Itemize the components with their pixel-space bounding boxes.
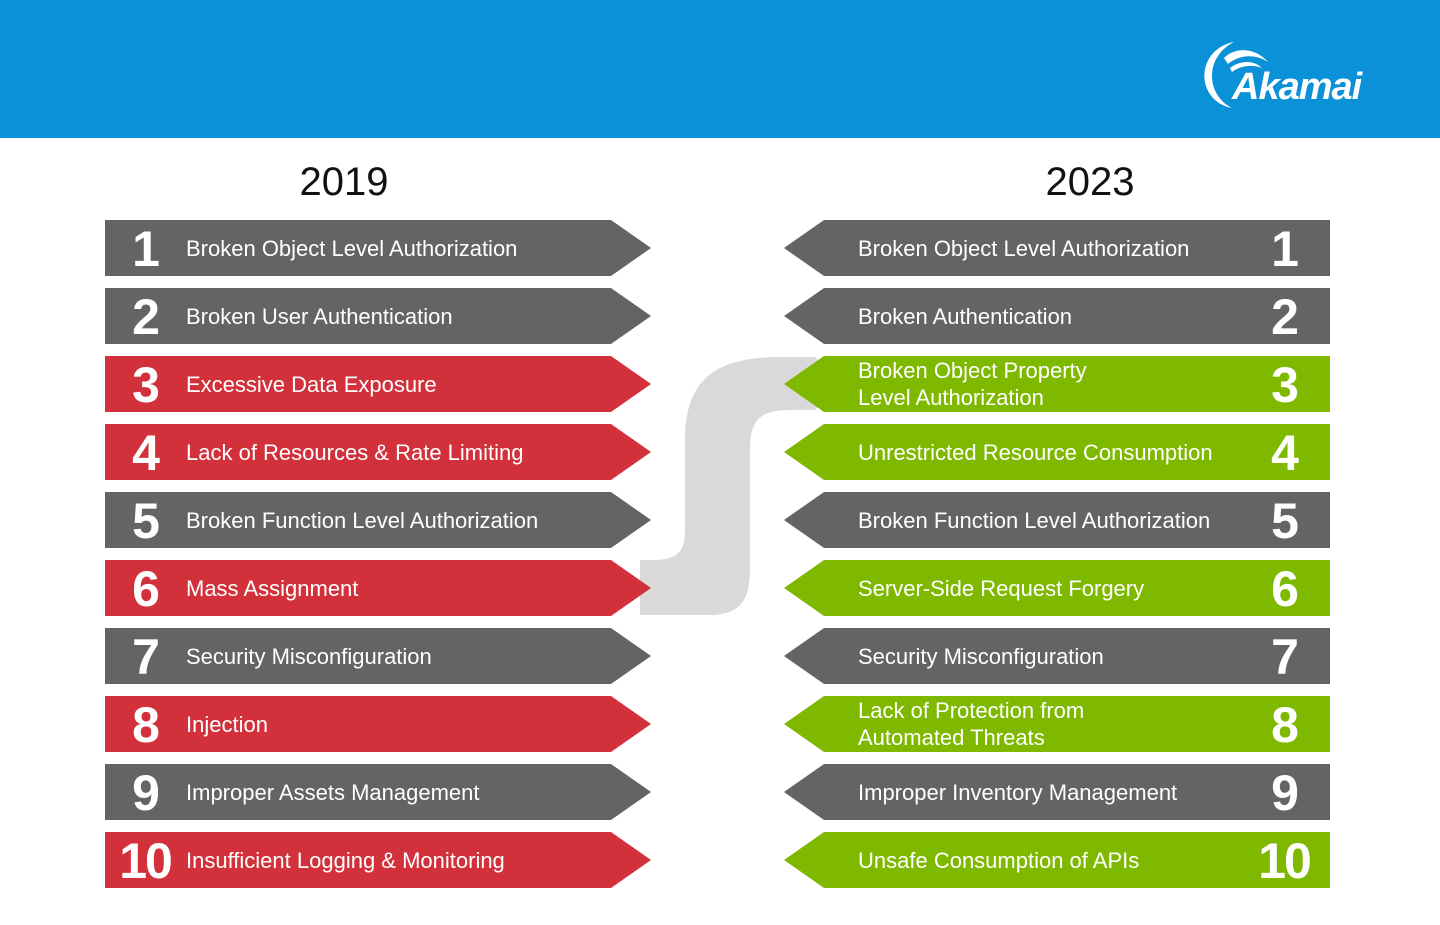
rank-number: 5	[132, 493, 160, 549]
item-2019-8: 8 Injection	[105, 696, 651, 753]
year-2019-heading: 2019	[299, 160, 389, 204]
item-2023-1: 1 Broken Object Level Authorization	[784, 220, 1330, 277]
item-label: Broken Object Property Level Authorizati…	[858, 358, 1087, 410]
item-label: Improper Assets Management	[186, 779, 480, 805]
brand-name: Akamai	[1232, 66, 1362, 108]
rank-number: 8	[1271, 697, 1299, 753]
rank-number: 4	[132, 425, 160, 481]
item-2019-10: 10 Insufficient Logging & Monitoring	[105, 832, 651, 889]
item-label: Broken Object Level Authorization	[186, 235, 518, 261]
rank-number: 3	[132, 357, 160, 413]
rank-number: 3	[1271, 357, 1299, 413]
item-2023-2: 2 Broken Authentication	[784, 288, 1330, 345]
item-label: Lack of Protection from Automated Threat…	[858, 698, 1085, 750]
item-2023-4: 4 Unrestricted Resource Consumption	[784, 424, 1330, 481]
item-label: Unsafe Consumption of APIs	[858, 847, 1140, 873]
rank-number: 10	[119, 833, 173, 889]
item-2019-6: 6 Mass Assignment	[105, 560, 651, 617]
item-label: Mass Assignment	[186, 575, 359, 601]
rank-number: 8	[132, 697, 160, 753]
item-2023-6: 6 Server-Side Request Forgery	[784, 560, 1330, 617]
item-2023-7: 7 Security Misconfiguration	[784, 628, 1330, 685]
item-label: Broken Object Level Authorization	[858, 235, 1190, 261]
item-2023-10: 10 Unsafe Consumption of APIs	[784, 832, 1330, 889]
item-2019-7: 7 Security Misconfiguration	[105, 628, 651, 685]
header-banner: Akamai	[0, 0, 1440, 138]
item-2019-3: 3 Excessive Data Exposure	[105, 356, 651, 413]
rank-number: 7	[132, 629, 160, 685]
item-label: Security Misconfiguration	[858, 643, 1104, 669]
rank-number: 2	[132, 289, 160, 345]
item-2019-1: 1 Broken Object Level Authorization	[105, 220, 651, 277]
rank-number: 9	[132, 765, 160, 821]
item-label: Insufficient Logging & Monitoring	[186, 847, 505, 873]
item-label: Improper Inventory Management	[858, 779, 1178, 805]
item-2019-2: 2 Broken User Authentication	[105, 288, 651, 345]
item-2023-9: 9 Improper Inventory Management	[784, 764, 1330, 821]
akamai-logo: Akamai	[1194, 36, 1384, 116]
item-label: Security Misconfiguration	[186, 643, 432, 669]
year-2023-heading: 2023	[1045, 160, 1135, 204]
rank-number: 1	[132, 221, 160, 277]
item-2019-9: 9 Improper Assets Management	[105, 764, 651, 821]
item-label: Broken Authentication	[858, 303, 1073, 329]
item-2023-5: 5 Broken Function Level Authorization	[784, 492, 1330, 549]
item-label: Server-Side Request Forgery	[858, 575, 1145, 601]
item-label: Excessive Data Exposure	[186, 371, 437, 397]
item-label: Broken Function Level Authorization	[858, 507, 1211, 533]
item-2019-4: 4 Lack of Resources & Rate Limiting	[105, 424, 651, 481]
item-label: Unrestricted Resource Consumption	[858, 439, 1213, 465]
item-label: Lack of Resources & Rate Limiting	[186, 439, 524, 465]
item-label: Broken User Authentication	[186, 303, 453, 329]
rank-number: 6	[132, 561, 160, 617]
item-label: Injection	[186, 711, 268, 737]
item-2023-8: 8 Lack of Protection from Automated Threa…	[784, 696, 1330, 753]
item-label: Broken Function Level Authorization	[186, 507, 539, 533]
item-2019-5: 5 Broken Function Level Authorization	[105, 492, 651, 549]
item-2023-3: 3 Broken Object Property Level Authorizat…	[784, 356, 1330, 413]
